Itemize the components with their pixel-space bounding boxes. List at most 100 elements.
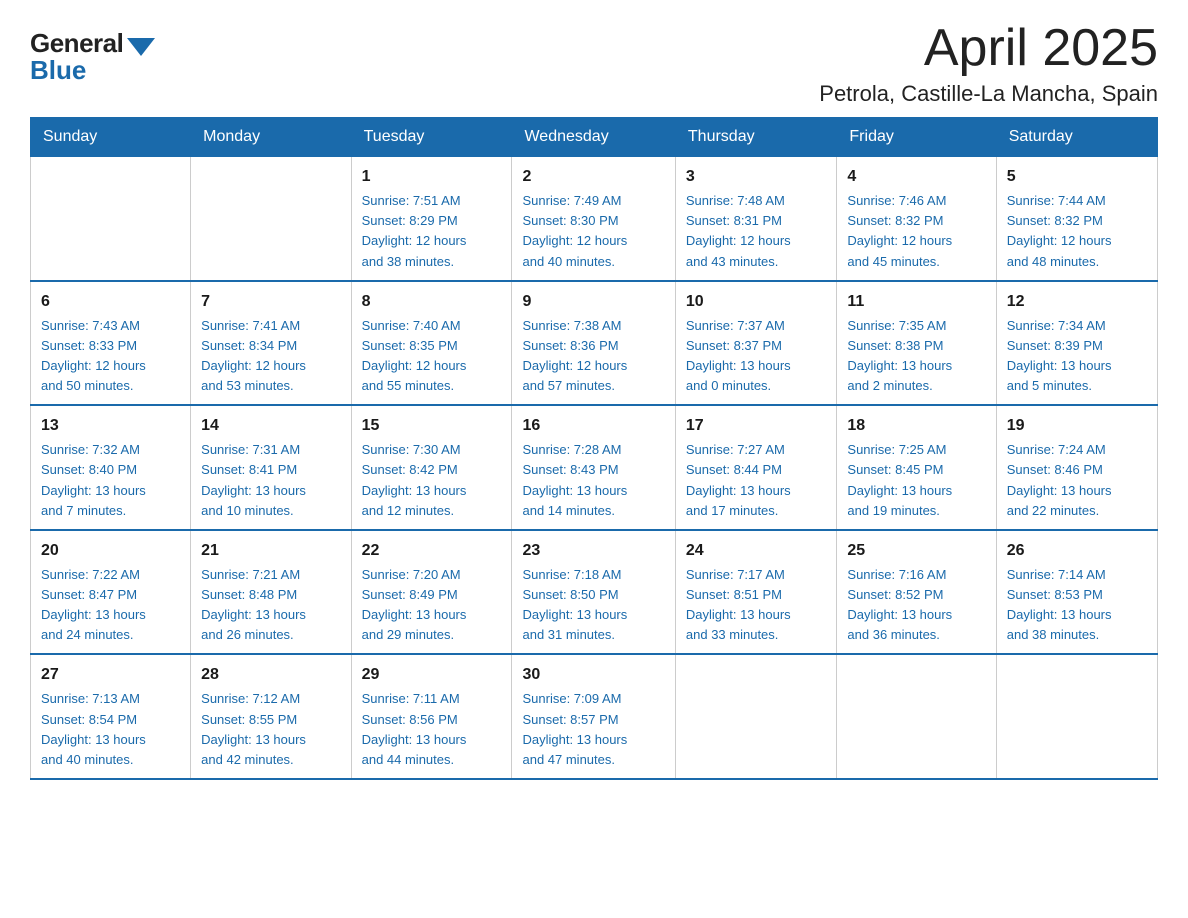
calendar-cell: 16Sunrise: 7:28 AMSunset: 8:43 PMDayligh…: [512, 405, 675, 530]
day-info: Sunrise: 7:24 AMSunset: 8:46 PMDaylight:…: [1007, 440, 1147, 521]
day-number: 9: [522, 290, 664, 314]
calendar-cell: 24Sunrise: 7:17 AMSunset: 8:51 PMDayligh…: [675, 530, 837, 655]
calendar-cell: 9Sunrise: 7:38 AMSunset: 8:36 PMDaylight…: [512, 281, 675, 406]
logo: General Blue: [30, 28, 155, 86]
title-block: April 2025 Petrola, Castille-La Mancha, …: [819, 20, 1158, 107]
day-info: Sunrise: 7:44 AMSunset: 8:32 PMDaylight:…: [1007, 191, 1147, 272]
calendar-cell: 29Sunrise: 7:11 AMSunset: 8:56 PMDayligh…: [351, 654, 512, 779]
day-info: Sunrise: 7:11 AMSunset: 8:56 PMDaylight:…: [362, 689, 502, 770]
day-header-friday: Friday: [837, 118, 996, 157]
calendar-cell: 2Sunrise: 7:49 AMSunset: 8:30 PMDaylight…: [512, 157, 675, 281]
page-header: General Blue April 2025 Petrola, Castill…: [30, 20, 1158, 107]
calendar-week-row: 20Sunrise: 7:22 AMSunset: 8:47 PMDayligh…: [31, 530, 1158, 655]
calendar-cell: 12Sunrise: 7:34 AMSunset: 8:39 PMDayligh…: [996, 281, 1157, 406]
day-info: Sunrise: 7:18 AMSunset: 8:50 PMDaylight:…: [522, 565, 664, 646]
calendar-week-row: 6Sunrise: 7:43 AMSunset: 8:33 PMDaylight…: [31, 281, 1158, 406]
calendar-cell: 26Sunrise: 7:14 AMSunset: 8:53 PMDayligh…: [996, 530, 1157, 655]
page-subtitle: Petrola, Castille-La Mancha, Spain: [819, 81, 1158, 107]
day-number: 25: [847, 539, 985, 563]
day-number: 26: [1007, 539, 1147, 563]
day-info: Sunrise: 7:30 AMSunset: 8:42 PMDaylight:…: [362, 440, 502, 521]
day-info: Sunrise: 7:14 AMSunset: 8:53 PMDaylight:…: [1007, 565, 1147, 646]
calendar-cell: 10Sunrise: 7:37 AMSunset: 8:37 PMDayligh…: [675, 281, 837, 406]
calendar-cell: 11Sunrise: 7:35 AMSunset: 8:38 PMDayligh…: [837, 281, 996, 406]
day-info: Sunrise: 7:27 AMSunset: 8:44 PMDaylight:…: [686, 440, 827, 521]
day-number: 8: [362, 290, 502, 314]
day-number: 28: [201, 663, 340, 687]
calendar-cell: 25Sunrise: 7:16 AMSunset: 8:52 PMDayligh…: [837, 530, 996, 655]
logo-blue-text: Blue: [30, 55, 86, 86]
day-info: Sunrise: 7:12 AMSunset: 8:55 PMDaylight:…: [201, 689, 340, 770]
day-number: 17: [686, 414, 827, 438]
day-header-wednesday: Wednesday: [512, 118, 675, 157]
calendar-cell: [191, 157, 351, 281]
day-info: Sunrise: 7:43 AMSunset: 8:33 PMDaylight:…: [41, 316, 180, 397]
day-info: Sunrise: 7:49 AMSunset: 8:30 PMDaylight:…: [522, 191, 664, 272]
day-info: Sunrise: 7:38 AMSunset: 8:36 PMDaylight:…: [522, 316, 664, 397]
day-header-saturday: Saturday: [996, 118, 1157, 157]
day-number: 20: [41, 539, 180, 563]
calendar-cell: 30Sunrise: 7:09 AMSunset: 8:57 PMDayligh…: [512, 654, 675, 779]
calendar-cell: 15Sunrise: 7:30 AMSunset: 8:42 PMDayligh…: [351, 405, 512, 530]
calendar-cell: [675, 654, 837, 779]
calendar-cell: 21Sunrise: 7:21 AMSunset: 8:48 PMDayligh…: [191, 530, 351, 655]
day-info: Sunrise: 7:37 AMSunset: 8:37 PMDaylight:…: [686, 316, 827, 397]
day-number: 27: [41, 663, 180, 687]
day-number: 29: [362, 663, 502, 687]
calendar-cell: [31, 157, 191, 281]
day-info: Sunrise: 7:35 AMSunset: 8:38 PMDaylight:…: [847, 316, 985, 397]
day-number: 19: [1007, 414, 1147, 438]
calendar-cell: [996, 654, 1157, 779]
day-info: Sunrise: 7:20 AMSunset: 8:49 PMDaylight:…: [362, 565, 502, 646]
day-number: 15: [362, 414, 502, 438]
day-number: 10: [686, 290, 827, 314]
day-info: Sunrise: 7:51 AMSunset: 8:29 PMDaylight:…: [362, 191, 502, 272]
calendar-cell: 3Sunrise: 7:48 AMSunset: 8:31 PMDaylight…: [675, 157, 837, 281]
calendar-cell: 1Sunrise: 7:51 AMSunset: 8:29 PMDaylight…: [351, 157, 512, 281]
day-number: 2: [522, 165, 664, 189]
day-number: 23: [522, 539, 664, 563]
day-info: Sunrise: 7:13 AMSunset: 8:54 PMDaylight:…: [41, 689, 180, 770]
day-number: 30: [522, 663, 664, 687]
calendar-cell: 6Sunrise: 7:43 AMSunset: 8:33 PMDaylight…: [31, 281, 191, 406]
calendar-cell: 20Sunrise: 7:22 AMSunset: 8:47 PMDayligh…: [31, 530, 191, 655]
day-info: Sunrise: 7:32 AMSunset: 8:40 PMDaylight:…: [41, 440, 180, 521]
day-number: 18: [847, 414, 985, 438]
day-number: 21: [201, 539, 340, 563]
day-info: Sunrise: 7:22 AMSunset: 8:47 PMDaylight:…: [41, 565, 180, 646]
calendar-table: SundayMondayTuesdayWednesdayThursdayFrid…: [30, 117, 1158, 780]
calendar-week-row: 1Sunrise: 7:51 AMSunset: 8:29 PMDaylight…: [31, 157, 1158, 281]
day-number: 6: [41, 290, 180, 314]
day-number: 1: [362, 165, 502, 189]
calendar-cell: 18Sunrise: 7:25 AMSunset: 8:45 PMDayligh…: [837, 405, 996, 530]
calendar-cell: 17Sunrise: 7:27 AMSunset: 8:44 PMDayligh…: [675, 405, 837, 530]
calendar-cell: 4Sunrise: 7:46 AMSunset: 8:32 PMDaylight…: [837, 157, 996, 281]
day-info: Sunrise: 7:48 AMSunset: 8:31 PMDaylight:…: [686, 191, 827, 272]
day-info: Sunrise: 7:25 AMSunset: 8:45 PMDaylight:…: [847, 440, 985, 521]
calendar-week-row: 13Sunrise: 7:32 AMSunset: 8:40 PMDayligh…: [31, 405, 1158, 530]
calendar-header-row: SundayMondayTuesdayWednesdayThursdayFrid…: [31, 118, 1158, 157]
day-number: 5: [1007, 165, 1147, 189]
day-number: 3: [686, 165, 827, 189]
day-number: 4: [847, 165, 985, 189]
day-info: Sunrise: 7:28 AMSunset: 8:43 PMDaylight:…: [522, 440, 664, 521]
logo-arrow-icon: [127, 38, 155, 56]
day-header-monday: Monday: [191, 118, 351, 157]
calendar-cell: 7Sunrise: 7:41 AMSunset: 8:34 PMDaylight…: [191, 281, 351, 406]
day-number: 16: [522, 414, 664, 438]
calendar-cell: 28Sunrise: 7:12 AMSunset: 8:55 PMDayligh…: [191, 654, 351, 779]
day-number: 24: [686, 539, 827, 563]
page-title: April 2025: [819, 20, 1158, 77]
day-number: 11: [847, 290, 985, 314]
day-number: 12: [1007, 290, 1147, 314]
calendar-cell: [837, 654, 996, 779]
calendar-week-row: 27Sunrise: 7:13 AMSunset: 8:54 PMDayligh…: [31, 654, 1158, 779]
day-info: Sunrise: 7:09 AMSunset: 8:57 PMDaylight:…: [522, 689, 664, 770]
day-info: Sunrise: 7:41 AMSunset: 8:34 PMDaylight:…: [201, 316, 340, 397]
day-info: Sunrise: 7:21 AMSunset: 8:48 PMDaylight:…: [201, 565, 340, 646]
day-number: 14: [201, 414, 340, 438]
day-number: 7: [201, 290, 340, 314]
day-info: Sunrise: 7:31 AMSunset: 8:41 PMDaylight:…: [201, 440, 340, 521]
calendar-cell: 13Sunrise: 7:32 AMSunset: 8:40 PMDayligh…: [31, 405, 191, 530]
day-header-thursday: Thursday: [675, 118, 837, 157]
